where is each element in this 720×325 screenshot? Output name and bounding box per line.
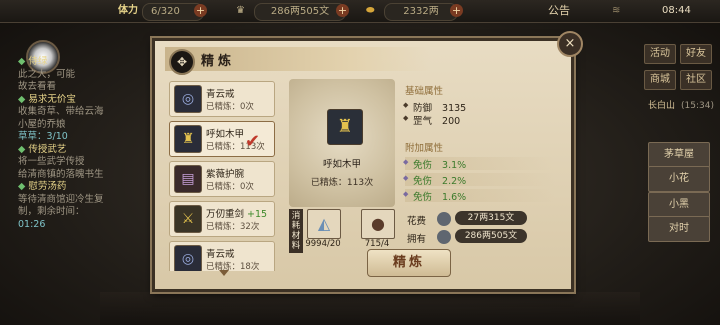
item-refine-count: 已精炼：0次 [206,102,254,112]
attributes-panel: 基础属性 防御 3135 罡气 200 附加属性 免伤 3.1% 免伤 2.2%… [403,83,555,205]
clock: 08:44 [662,5,691,16]
friends-button[interactable]: 好友 [680,44,712,64]
extra-attribute-row: 免伤 2.2% [403,173,555,187]
menu-xiaohua[interactable]: 小花 [648,166,710,192]
quest-desc: 此之大，可能 [18,68,76,80]
owned-value: 286两505文 [455,229,527,243]
refine-button[interactable]: 精炼 [367,249,451,277]
refine-dialog: ✥ 精炼 × ◎ 青云戒 已精炼：0次 ♜ 呼如木甲 已精炼：113次 ▤ 紫薇… [152,31,583,292]
silver-coin-icon [437,212,451,226]
silver-coin-icon [437,230,451,244]
quest-item[interactable]: ◆ 易求无价宝 收集奇草、带给云海 小屋的乔娘 草草：3/10 [18,94,158,144]
item-bonus: +15 [247,209,268,220]
armor-icon: ♜ [174,125,202,153]
sword-icon: ⚔ [174,205,202,233]
scroll-down-arrow-icon[interactable] [219,270,229,276]
event-button[interactable]: 活动 [644,44,676,64]
gold-value: 2332两 [384,3,458,21]
quest-title: 传授武艺 [28,143,67,155]
quest-bullet-icon: ◆ [18,93,29,105]
cloth-icon: ◭ [317,214,331,233]
material-quantity: 715/4 [364,239,390,249]
selected-item-name: 呼如木甲 [322,159,361,170]
list-item[interactable]: ◎ 青云戒 已精炼：0次 [169,81,275,117]
item-name: 呼如木甲 [206,129,245,140]
add-gold-button[interactable]: + [450,4,463,17]
item-name: 万仞重剑 +15 [206,209,268,220]
menu-duishi[interactable]: 对时 [648,216,710,242]
material-slot[interactable]: ◭ [307,209,341,239]
silver-value: 286两505文 [254,3,346,21]
item-name: 青云戒 [206,89,235,100]
silver-icon: ♛ [236,5,245,16]
quest-desc: 给清商镇的落魄书生 [18,168,104,180]
location-label: 长白山 (15:34) [648,101,714,111]
dialog-title: 精炼 [201,54,236,69]
menu-thatched-hut[interactable]: 茅草屋 [648,142,710,168]
menu-xiaohei[interactable]: 小黑 [648,192,710,218]
shop-button[interactable]: 商城 [644,70,676,90]
cost-label: 花费 [407,216,427,227]
bracer-icon: ▤ [174,165,202,193]
add-stamina-button[interactable]: + [194,4,207,17]
ring-icon: ◎ [174,245,202,271]
list-item[interactable]: ▤ 紫薇护腕 已精炼：0次 [169,161,275,197]
wifi-icon: ≋ [612,5,621,16]
quest-bullet-icon: ◆ [18,181,29,192]
community-button[interactable]: 社区 [680,70,712,90]
quest-bullet-icon: ◆ [18,143,29,155]
ore-icon: ● [371,214,385,233]
top-bar: 体力 6/320 + ♛ 286两505文 + ⬬ 2332两 + 公告 ≋ 0… [0,0,720,23]
item-name: 青云戒 [206,249,235,260]
extra-attributes-heading: 附加属性 [405,143,444,154]
quest-item[interactable]: ◆ 侍绿 此之大，可能 故去看看 [18,56,158,94]
quest-desc: 收集奇草、带给云海 [18,106,104,117]
quest-log: ◆ 侍绿 此之大，可能 故去看看 ◆ 易求无价宝 收集奇草、带给云海 小屋的乔娘… [18,56,158,231]
quest-title: 慰劳汤药 [28,181,67,192]
item-refine-count: 已精炼：0次 [206,182,254,192]
selected-item-display: ♜ 呼如木甲 已精炼：113次 [289,79,395,207]
quest-desc: 故去看看 [18,81,57,92]
quest-timer: 01:26 [18,218,46,230]
list-item[interactable]: ⚔ 万仞重剑 +15 已精炼：32次 [169,201,275,237]
add-silver-button[interactable]: + [336,4,349,17]
cost-value: 27两315文 [455,211,527,225]
selected-check-icon: ✔ [245,131,261,152]
owned-row: 拥有 286两505文 [407,229,527,245]
bottom-toolbar [100,292,640,325]
armor-icon: ♜ [327,109,363,145]
selected-item-refine-count: 已精炼：113次 [310,178,374,188]
refine-emblem-icon: ✥ [169,49,195,75]
announcement-button[interactable]: 公告 [548,3,570,19]
ring-icon: ◎ [174,85,202,113]
quest-item[interactable]: ◆ 慰劳汤药 等待清商馆迎冷生复 制，剩余时间： 01:26 [18,181,158,231]
stamina-label: 体力 [118,5,138,16]
base-attributes-heading: 基础属性 [405,86,444,97]
close-button[interactable]: × [557,31,583,57]
owned-label: 拥有 [407,234,427,245]
quest-bullet-icon: ◆ [18,56,29,67]
quest-title: 易求无价宝 [28,93,76,105]
item-refine-count: 已精炼：32次 [206,222,260,232]
material-slot[interactable]: ● [361,209,395,239]
extra-attribute-row: 免伤 3.1% [403,157,555,171]
quest-title: 侍绿 [28,56,48,67]
quest-desc: 等待清商馆迎冷生复 [18,193,104,205]
attribute-row: 罡气 200 [403,113,555,127]
quest-item[interactable]: ◆ 传授武艺 将一些武学传授 给清商镇的落魄书生 [18,144,158,182]
quest-desc: 制，剩余时间： [18,206,85,217]
quest-desc: 将一些武学传授 [18,156,85,167]
gold-icon: ⬬ [366,5,375,16]
item-refine-count: 已精炼：18次 [206,262,260,271]
attribute-row: 防御 3135 [403,100,555,114]
extra-attribute-row: 免伤 1.6% [403,189,555,203]
equipment-list[interactable]: ◎ 青云戒 已精炼：0次 ♜ 呼如木甲 已精炼：113次 ▤ 紫薇护腕 已精炼：… [169,81,275,271]
material-quantity: 9994/20 [305,239,341,249]
quest-desc: 小屋的乔娘 [18,118,66,130]
item-name: 紫薇护腕 [206,169,245,180]
list-item[interactable]: ◎ 青云戒 已精炼：18次 [169,241,275,271]
quest-progress: 草草：3/10 [18,131,68,142]
cost-row: 花费 27两315文 [407,211,527,227]
